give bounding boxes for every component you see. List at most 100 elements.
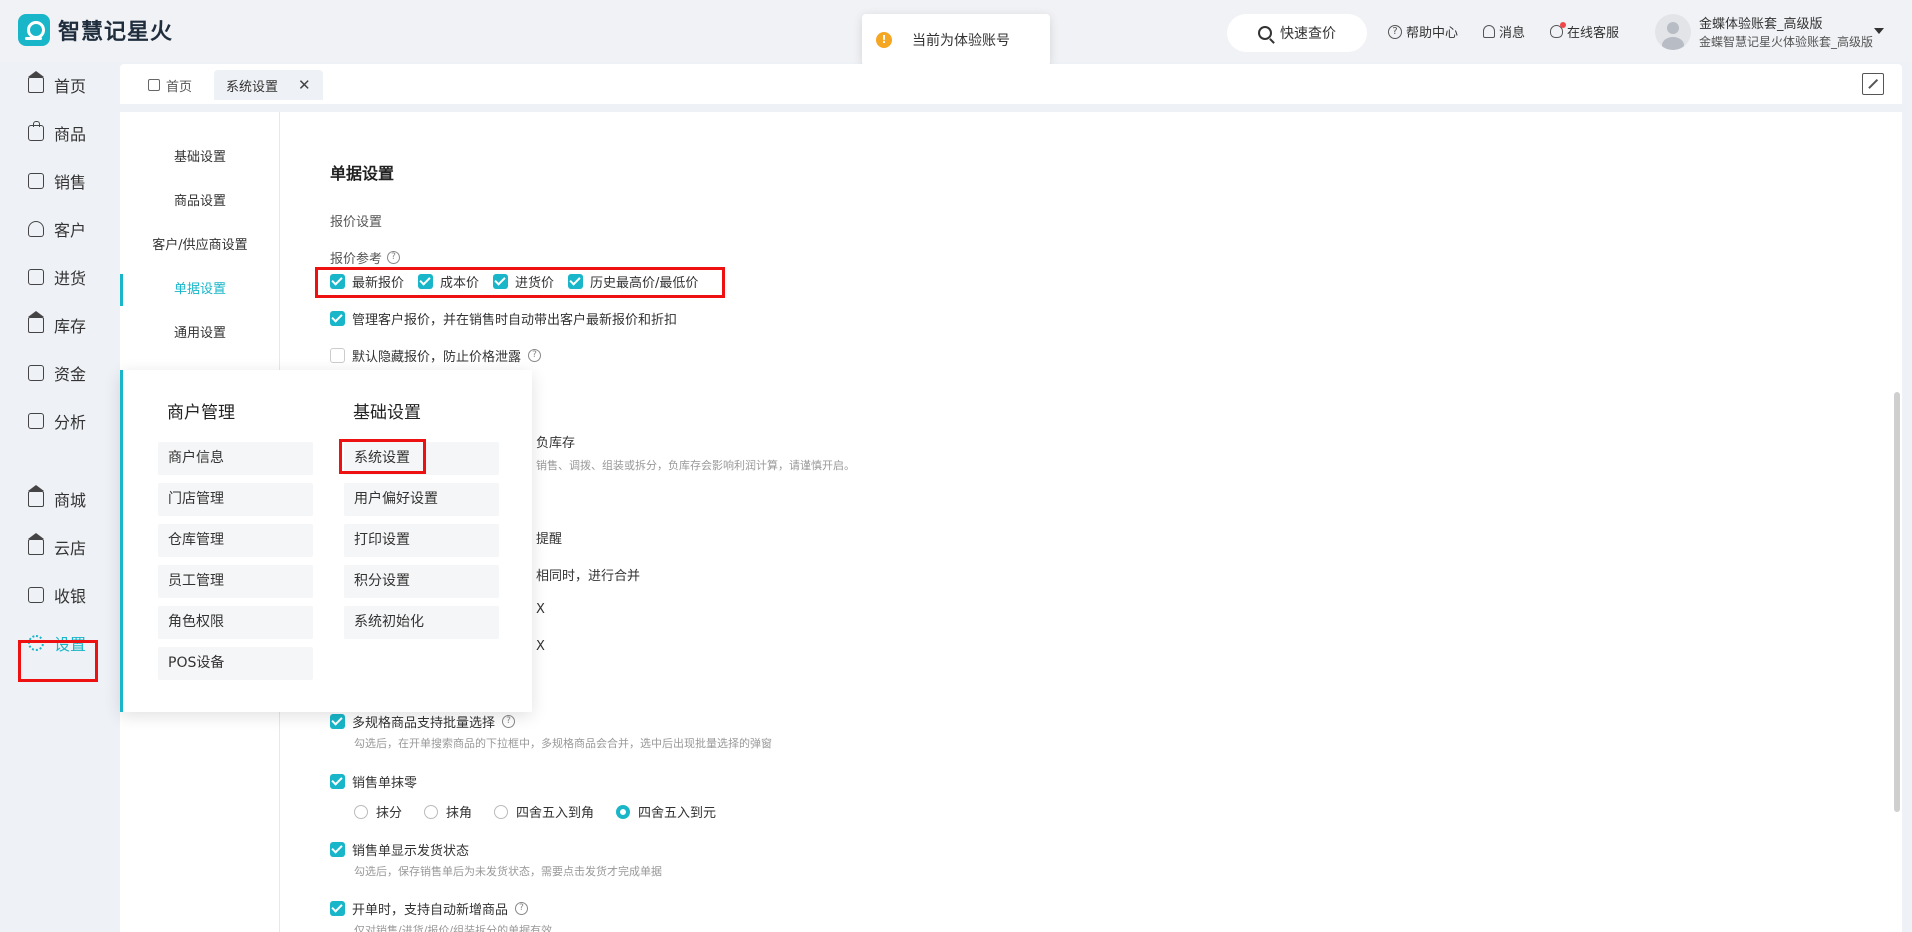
scrollbar[interactable] bbox=[1894, 392, 1900, 812]
sidebar-item-settings[interactable]: 设置 bbox=[28, 630, 86, 656]
checkbox-checked[interactable] bbox=[330, 774, 345, 789]
person-icon bbox=[28, 221, 44, 237]
subnav-documents[interactable]: 单据设置 bbox=[120, 278, 280, 297]
checkbox-checked[interactable] bbox=[330, 842, 345, 857]
store-icon bbox=[28, 485, 44, 507]
checkbox-auto-add-product[interactable]: 开单时，支持自动新增商品 ? bbox=[330, 899, 529, 918]
messages-link[interactable]: 消息 bbox=[1483, 22, 1525, 41]
app-logo[interactable]: 智慧记星火 bbox=[18, 14, 173, 46]
radio-round-jiao[interactable]: 抹角 bbox=[424, 802, 472, 821]
menu-item-system-settings[interactable]: 系统设置 bbox=[344, 442, 499, 475]
checkbox-round-off[interactable]: 销售单抹零 bbox=[330, 772, 417, 791]
sidebar-item-label: 资金 bbox=[54, 365, 87, 384]
negative-stock-hint-tail: 销售、调拨、组装或拆分，负库存会影响利润计算，请谨慎开启。 bbox=[536, 459, 855, 472]
main-sidebar: 首页 商品 销售 客户 进货 库存 资金 分析 商城 云店 收银 设置 bbox=[0, 62, 110, 932]
sidebar-item-purchase[interactable]: 进货 bbox=[28, 264, 86, 290]
checkbox-checked[interactable] bbox=[330, 274, 345, 289]
checkbox-multi-spec-batch[interactable]: 多规格商品支持批量选择 ? bbox=[330, 712, 516, 731]
checkbox-checked[interactable] bbox=[568, 274, 584, 289]
warehouse-icon bbox=[28, 311, 44, 333]
checkbox-checked[interactable] bbox=[418, 274, 434, 289]
home-icon bbox=[148, 79, 160, 91]
tab-home[interactable]: 首页 bbox=[136, 70, 204, 100]
sidebar-item-cloud-store[interactable]: 云店 bbox=[28, 533, 86, 560]
radio-unselected[interactable] bbox=[494, 804, 509, 819]
checkbox-latest-quote[interactable]: 最新报价 bbox=[330, 272, 404, 291]
help-icon[interactable]: ? bbox=[528, 349, 542, 362]
sidebar-item-customers[interactable]: 客户 bbox=[28, 216, 86, 242]
help-icon[interactable]: ? bbox=[387, 251, 401, 264]
avatar[interactable] bbox=[1655, 14, 1691, 50]
subnav-product[interactable]: 商品设置 bbox=[120, 190, 280, 209]
radio-label: 四舍五入到角 bbox=[516, 806, 595, 821]
online-service-link[interactable]: 在线客服 bbox=[1550, 22, 1619, 41]
checkbox-checked[interactable] bbox=[330, 714, 345, 729]
quote-settings-heading: 报价设置 bbox=[330, 215, 383, 230]
close-icon[interactable]: ✕ bbox=[298, 76, 311, 94]
quick-price-search-button[interactable]: 快速查价 bbox=[1227, 14, 1367, 52]
checkbox-unchecked[interactable] bbox=[330, 348, 345, 363]
quick-search-label: 快速查价 bbox=[1280, 26, 1336, 42]
radio-round-fen[interactable]: 抹分 bbox=[354, 802, 402, 821]
page-title: 单据设置 bbox=[330, 164, 395, 183]
subnav-customer-supplier[interactable]: 客户/供应商设置 bbox=[120, 234, 280, 253]
checkbox-checked[interactable] bbox=[330, 311, 345, 326]
checkbox-checked[interactable] bbox=[493, 274, 509, 289]
book-icon bbox=[28, 269, 44, 285]
sidebar-item-mall[interactable]: 商城 bbox=[28, 485, 86, 512]
checkbox-cost-price[interactable]: 成本价 bbox=[418, 272, 479, 291]
sidebar-item-cashier[interactable]: 收银 bbox=[28, 582, 86, 608]
radio-round-to-yuan[interactable]: 四舍五入到元 bbox=[616, 802, 716, 821]
menu-item-store-management[interactable]: 门店管理 bbox=[158, 483, 313, 516]
merge-label-tail: 相同时，进行合并 bbox=[536, 569, 641, 584]
quote-reference-label: 报价参考 ? bbox=[330, 248, 401, 267]
sidebar-item-home[interactable]: 首页 bbox=[28, 71, 87, 98]
sidebar-item-funds[interactable]: 资金 bbox=[28, 360, 86, 386]
checkbox-purchase-price[interactable]: 进货价 bbox=[493, 272, 554, 291]
tab-bar: 首页 系统设置 ✕ bbox=[120, 64, 1902, 104]
merchant-management-title: 商户管理 bbox=[167, 403, 235, 423]
menu-item-role-permissions[interactable]: 角色权限 bbox=[158, 606, 313, 639]
radio-unselected[interactable] bbox=[424, 804, 439, 819]
subnav-basic[interactable]: 基础设置 bbox=[120, 146, 280, 165]
sidebar-item-inventory[interactable]: 库存 bbox=[28, 311, 87, 338]
fullscreen-icon[interactable] bbox=[1862, 73, 1884, 95]
sidebar-item-label: 销售 bbox=[54, 173, 87, 192]
tab-system-settings[interactable]: 系统设置 ✕ bbox=[214, 70, 323, 100]
checkbox-ship-status[interactable]: 销售单显示发货状态 bbox=[330, 840, 469, 859]
menu-item-print-settings[interactable]: 打印设置 bbox=[344, 524, 499, 557]
menu-item-staff-management[interactable]: 员工管理 bbox=[158, 565, 313, 598]
menu-item-points-settings[interactable]: 积分设置 bbox=[344, 565, 499, 598]
multi-spec-hint: 勾选后，在开单搜索商品的下拉框中，多规格商品会合并，选中后出现批量选择的弹窗 bbox=[354, 737, 772, 750]
menu-item-system-init[interactable]: 系统初始化 bbox=[344, 606, 499, 639]
user-name[interactable]: 金蝶体验账套_高级版 bbox=[1699, 13, 1823, 32]
wallet-icon bbox=[28, 365, 44, 381]
shop-icon bbox=[28, 533, 44, 555]
menu-item-user-preferences[interactable]: 用户偏好设置 bbox=[344, 483, 499, 516]
tab-label: 系统设置 bbox=[226, 79, 279, 95]
chevron-down-icon[interactable] bbox=[1874, 28, 1884, 34]
radio-selected[interactable] bbox=[616, 804, 631, 819]
sidebar-item-label: 首页 bbox=[54, 77, 87, 96]
help-center-label: 帮助中心 bbox=[1406, 26, 1459, 41]
sidebar-item-sales[interactable]: 销售 bbox=[28, 168, 86, 194]
checkbox-manage-customer-quote[interactable]: 管理客户报价，并在销售时自动带出客户最新报价和折扣 bbox=[330, 309, 677, 328]
menu-item-pos-devices[interactable]: POS设备 bbox=[158, 647, 313, 680]
menu-item-merchant-info[interactable]: 商户信息 bbox=[158, 442, 313, 475]
checkbox-checked[interactable] bbox=[330, 901, 345, 916]
monitor-icon bbox=[28, 587, 44, 603]
radio-round-to-jiao[interactable]: 四舍五入到角 bbox=[494, 802, 594, 821]
checkbox-hide-quote[interactable]: 默认隐藏报价，防止价格泄露 ? bbox=[330, 346, 542, 365]
sidebar-item-label: 库存 bbox=[54, 317, 87, 336]
help-icon: ? bbox=[1388, 24, 1402, 39]
radio-unselected[interactable] bbox=[354, 804, 368, 819]
checkbox-history-high-low[interactable]: 历史最高价/最低价 bbox=[568, 272, 698, 291]
help-icon[interactable]: ? bbox=[515, 902, 529, 915]
sidebar-item-products[interactable]: 商品 bbox=[28, 120, 86, 146]
help-center-link[interactable]: ? 帮助中心 bbox=[1388, 22, 1458, 41]
menu-item-warehouse-management[interactable]: 仓库管理 bbox=[158, 524, 313, 557]
help-icon[interactable]: ? bbox=[502, 715, 516, 728]
sidebar-item-analysis[interactable]: 分析 bbox=[28, 408, 86, 434]
option-label: 开单时，支持自动新增商品 bbox=[352, 903, 509, 918]
subnav-general[interactable]: 通用设置 bbox=[120, 322, 280, 341]
